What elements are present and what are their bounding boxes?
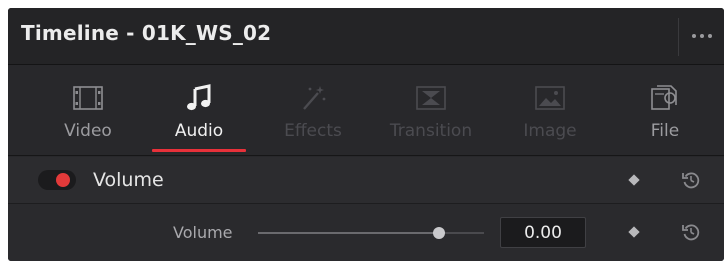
tab-audio[interactable]: Audio xyxy=(144,65,254,155)
film-strip-icon xyxy=(71,83,105,113)
volume-param-row: Volume 0.00 xyxy=(8,204,724,261)
volume-section: Volume Volume 0.00 xyxy=(8,157,724,261)
toggle-knob xyxy=(56,173,70,187)
more-options-button[interactable] xyxy=(680,8,724,64)
tab-image[interactable]: Image xyxy=(495,65,605,155)
active-tab-indicator xyxy=(152,149,246,152)
tab-label: Effects xyxy=(284,121,342,141)
inspector-tabs: Video Audio Effects Transition Image Fil… xyxy=(8,65,724,156)
tab-file[interactable]: File xyxy=(610,65,720,155)
tab-effects[interactable]: Effects xyxy=(258,65,368,155)
volume-value-field[interactable]: 0.00 xyxy=(500,217,586,248)
tab-label: File xyxy=(650,121,680,141)
tab-label: Video xyxy=(64,121,112,141)
section-reset-icon[interactable] xyxy=(680,169,702,195)
volume-section-header: Volume xyxy=(8,157,724,204)
inspector-panel: Timeline - 01K_WS_02 Video Audio Effects… xyxy=(8,8,724,261)
volume-param-label: Volume xyxy=(173,223,233,242)
transition-icon xyxy=(414,83,448,113)
header-divider xyxy=(678,18,679,56)
tab-transition[interactable]: Transition xyxy=(376,65,486,155)
image-icon xyxy=(533,83,567,113)
tab-video[interactable]: Video xyxy=(33,65,143,155)
tab-label: Transition xyxy=(389,121,473,141)
param-reset-icon[interactable] xyxy=(680,221,702,247)
param-keyframe-diamond-icon[interactable] xyxy=(628,226,640,238)
magic-wand-icon xyxy=(298,83,328,113)
volume-slider[interactable] xyxy=(258,227,484,239)
file-icon xyxy=(649,83,681,113)
tab-label: Audio xyxy=(174,121,224,141)
slider-handle[interactable] xyxy=(432,227,445,239)
music-note-icon xyxy=(184,83,214,113)
tab-label: Image xyxy=(523,121,577,141)
section-keyframe-diamond-icon[interactable] xyxy=(628,174,640,186)
inspector-header: Timeline - 01K_WS_02 xyxy=(8,8,724,65)
section-title: Volume xyxy=(93,169,164,191)
panel-title: Timeline - 01K_WS_02 xyxy=(21,21,272,45)
ellipsis-icon xyxy=(692,34,696,38)
slider-fill xyxy=(258,232,439,234)
volume-enable-toggle[interactable] xyxy=(38,170,76,190)
